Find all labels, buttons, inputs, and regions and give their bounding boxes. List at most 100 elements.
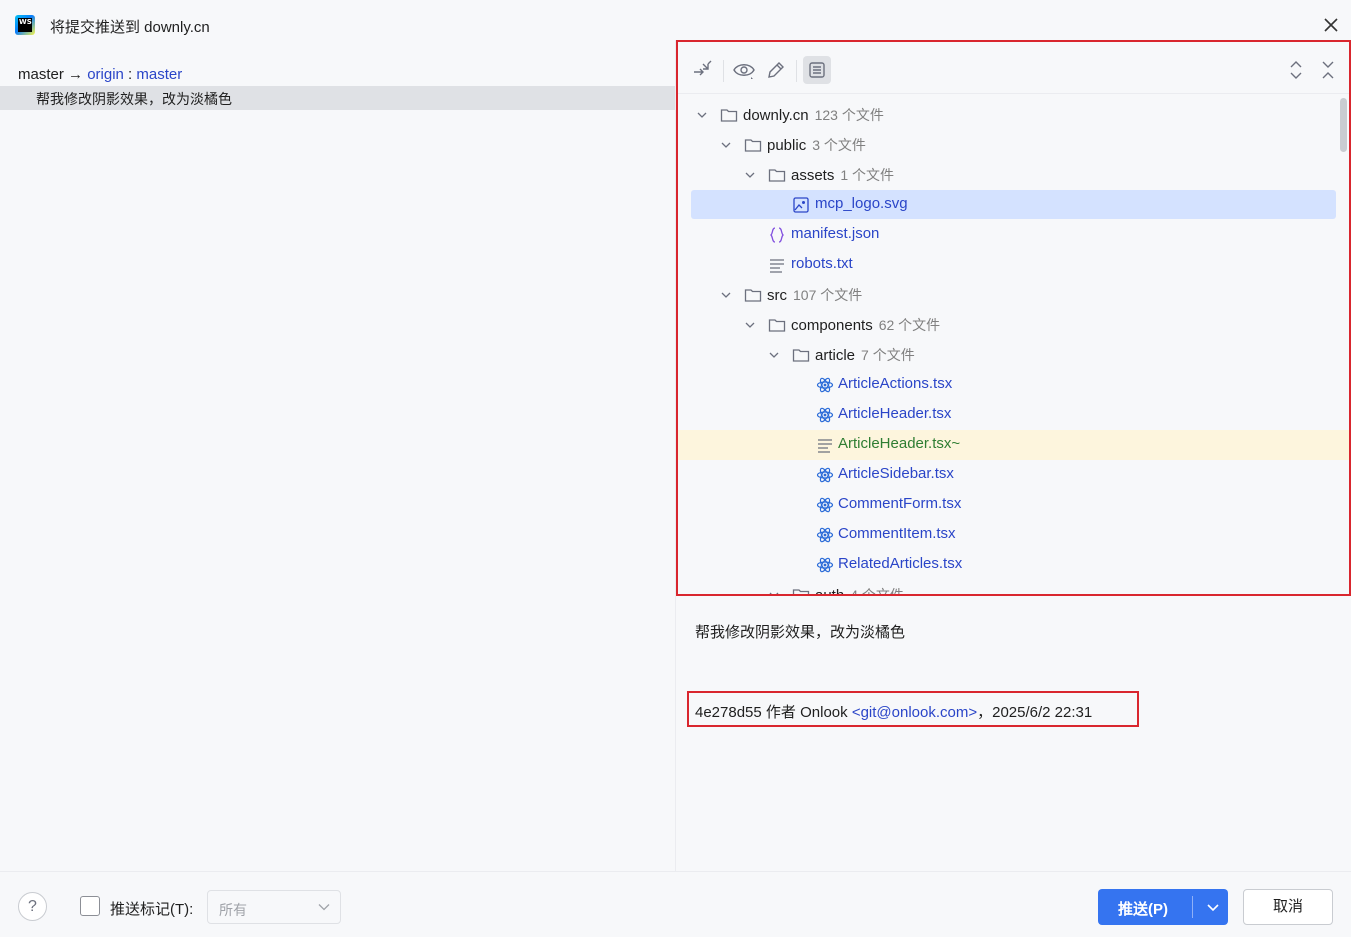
tree-row-comment-form[interactable]: CommentForm.tsx: [678, 490, 1349, 520]
chevron-down-icon[interactable]: [743, 168, 757, 182]
chevron-down-icon[interactable]: [719, 138, 733, 152]
folder-icon: [792, 589, 810, 594]
commit-details-message: 帮我修改阴影效果，改为淡橘色: [695, 624, 906, 641]
expand-all-icon[interactable]: [1284, 58, 1308, 82]
commit-hash[interactable]: 4e278d55: [695, 704, 762, 721]
branch-arrow: →: [68, 66, 84, 83]
json-braces-icon: [770, 227, 784, 243]
file-name: manifest.json: [791, 225, 880, 242]
push-button[interactable]: 推送(P): [1098, 889, 1228, 925]
details-pane: downly.cn 123 个文件 public 3 个文件 assets 1 个文件…: [676, 40, 1351, 871]
file-name: robots.txt: [791, 255, 853, 272]
tree-row-components[interactable]: components 62 个文件: [678, 310, 1349, 340]
cancel-button[interactable]: 取消: [1243, 889, 1333, 925]
file-count: 3 个文件: [812, 137, 866, 153]
folder-icon: [744, 289, 762, 302]
file-count: 123 个文件: [814, 107, 884, 123]
folder-name: article: [815, 347, 856, 364]
author-prefix: 作者: [765, 704, 796, 721]
folder-icon: [792, 349, 810, 362]
text-file-icon: [818, 439, 832, 453]
folder-icon: [768, 169, 786, 182]
file-name: CommentItem.tsx: [838, 525, 956, 542]
tree-row-article-sidebar[interactable]: ArticleSidebar.tsx: [678, 460, 1349, 490]
folder-name: public: [767, 137, 807, 154]
pencil-icon[interactable]: [764, 58, 788, 82]
folder-name: src: [767, 287, 787, 304]
react-icon: [816, 467, 834, 483]
tree-row-public[interactable]: public 3 个文件: [678, 130, 1349, 160]
chevron-down-icon[interactable]: [767, 348, 781, 362]
date-separator: ，: [977, 704, 993, 721]
file-count: 62 个文件: [878, 317, 941, 333]
tree-row-src[interactable]: src 107 个文件: [678, 280, 1349, 310]
react-icon: [816, 497, 834, 513]
file-name: CommentForm.tsx: [838, 495, 962, 512]
tree-row-robots[interactable]: robots.txt: [678, 250, 1349, 280]
push-button-label: 推送(P): [1118, 901, 1168, 918]
file-count: 7 个文件: [861, 347, 915, 363]
file-name: ArticleSidebar.tsx: [838, 465, 954, 482]
chevron-down-icon[interactable]: [743, 318, 757, 332]
file-count: 1 个文件: [840, 167, 895, 183]
file-count: 107 个文件: [793, 287, 863, 303]
author-email[interactable]: <git@onlook.com>: [852, 704, 977, 721]
chevron-down-icon[interactable]: [695, 108, 709, 122]
file-name: ArticleHeader.tsx~: [838, 435, 961, 452]
tags-select[interactable]: 所有: [207, 890, 341, 924]
tree-row-comment-item[interactable]: CommentItem.tsx: [678, 520, 1349, 550]
folder-name: assets: [791, 167, 835, 184]
files-toolbar: [678, 42, 1349, 94]
commit-date: 2025/6/2 22:31: [992, 704, 1093, 721]
webstorm-logo-icon: WS: [15, 15, 35, 35]
folder-icon: [768, 319, 786, 332]
changed-files-panel: downly.cn 123 个文件 public 3 个文件 assets 1 个文件…: [676, 40, 1351, 596]
chevron-down-icon[interactable]: [1198, 889, 1228, 925]
chevron-down-icon: [318, 904, 330, 911]
group-by-icon[interactable]: [803, 56, 831, 84]
commit-row-message: 帮我修改阴影效果，改为淡橘色: [36, 91, 232, 107]
tree-row-manifest[interactable]: manifest.json: [678, 220, 1349, 250]
tree-row-article-header[interactable]: ArticleHeader.tsx: [678, 400, 1349, 430]
remote-name[interactable]: origin: [87, 66, 124, 83]
tree-row-related-articles[interactable]: RelatedArticles.tsx: [678, 550, 1349, 580]
tree-row-assets[interactable]: assets 1 个文件: [678, 160, 1349, 190]
tree-row-auth[interactable]: auth 4 个文件: [678, 580, 1349, 596]
help-button[interactable]: ?: [18, 892, 47, 921]
branch-target: master → origin : master: [18, 66, 182, 83]
folder-name: auth: [815, 587, 845, 596]
commit-meta-box: 4e278d55 作者 Onlook <git@onlook.com>，2025…: [687, 691, 1139, 727]
react-icon: [816, 527, 834, 543]
remote-branch[interactable]: master: [136, 66, 182, 83]
commit-meta: 4e278d55 作者 Onlook <git@onlook.com>，2025…: [695, 701, 1092, 722]
branch-separator: :: [128, 66, 133, 83]
commit-row[interactable]: 帮我修改阴影效果，改为淡橘色: [0, 86, 675, 110]
collapse-all-icon[interactable]: [1316, 58, 1340, 82]
folder-icon: [720, 109, 738, 122]
tree-row-article[interactable]: article 7 个文件: [678, 340, 1349, 370]
tree-row-article-header-backup[interactable]: ArticleHeader.tsx~: [678, 430, 1349, 460]
file-name: mcp_logo.svg: [815, 195, 908, 212]
tree-row-mcp-logo[interactable]: mcp_logo.svg: [678, 190, 1349, 220]
tree-scrollbar[interactable]: [1340, 98, 1347, 152]
chevron-down-icon[interactable]: [719, 288, 733, 302]
react-icon: [816, 377, 834, 393]
file-name: RelatedArticles.tsx: [838, 555, 963, 572]
dialog-footer: ? 推送标记(T): 所有 推送(P) 取消: [0, 871, 1351, 937]
text-file-icon: [770, 259, 784, 273]
window-title: 将提交推送到 downly.cn: [50, 19, 210, 36]
tags-select-value: 所有: [219, 902, 247, 918]
tree-row-downly[interactable]: downly.cn 123 个文件: [678, 100, 1349, 130]
image-file-icon: [793, 197, 809, 213]
chevron-down-icon[interactable]: [767, 588, 781, 596]
close-icon[interactable]: [1318, 12, 1344, 38]
push-tags-checkbox[interactable]: [80, 896, 100, 916]
folder-name: downly.cn: [743, 107, 809, 124]
folder-name: components: [791, 317, 873, 334]
merge-arrows-icon[interactable]: [691, 58, 715, 82]
push-tags-label[interactable]: 推送标记(T):: [110, 898, 193, 919]
file-count: 4 个文件: [850, 587, 904, 596]
tree-row-article-actions[interactable]: ArticleActions.tsx: [678, 370, 1349, 400]
react-icon: [816, 557, 834, 573]
eye-icon[interactable]: [732, 58, 756, 82]
